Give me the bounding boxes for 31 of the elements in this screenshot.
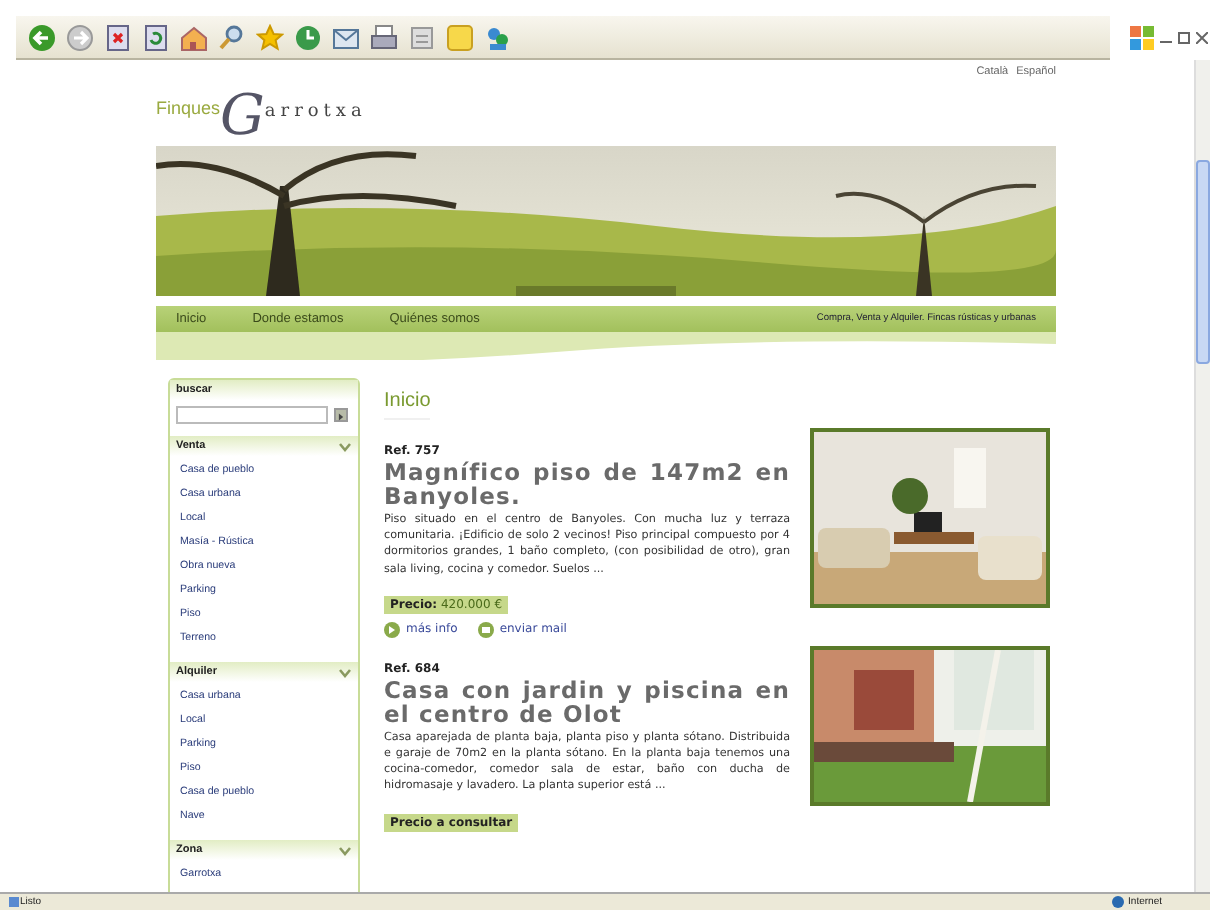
printer-icon[interactable] [370,23,398,51]
listing-title[interactable]: Magnífico piso de 147m2 en Banyoles. [384,460,790,508]
play-icon [384,621,400,638]
people-icon[interactable] [484,23,512,51]
windows-logo-icon [1130,26,1154,50]
globe-icon [1112,896,1125,908]
star-icon[interactable] [256,23,284,51]
page-heading: Inicio [384,390,431,420]
scrollbar-thumb[interactable] [1196,160,1210,364]
search-icon[interactable] [218,23,246,51]
stop-icon[interactable] [104,23,132,51]
back-icon[interactable] [28,23,56,51]
search-field[interactable] [176,406,328,424]
chevron-icon[interactable] [338,667,352,677]
property-photo[interactable] [810,428,1050,608]
maximize-icon[interactable] [1178,32,1190,44]
home-icon[interactable] [180,23,208,51]
property-photo[interactable] [810,645,1050,806]
close-icon[interactable] [1196,32,1208,44]
arrow-icon [336,410,346,424]
note-icon[interactable] [446,23,474,51]
forward-icon[interactable] [66,23,94,51]
search-button[interactable] [334,408,348,422]
chevron-icon[interactable] [338,441,352,451]
listing-title[interactable]: Casa con jardin y piscina en el centro de Olot [384,677,790,726]
chevron-icon[interactable] [338,845,352,855]
mail-icon[interactable] [332,23,360,51]
history-icon[interactable] [294,23,322,51]
scrollbar[interactable] [1194,60,1210,892]
refresh-icon[interactable] [142,23,170,51]
envelope-icon [477,621,494,638]
